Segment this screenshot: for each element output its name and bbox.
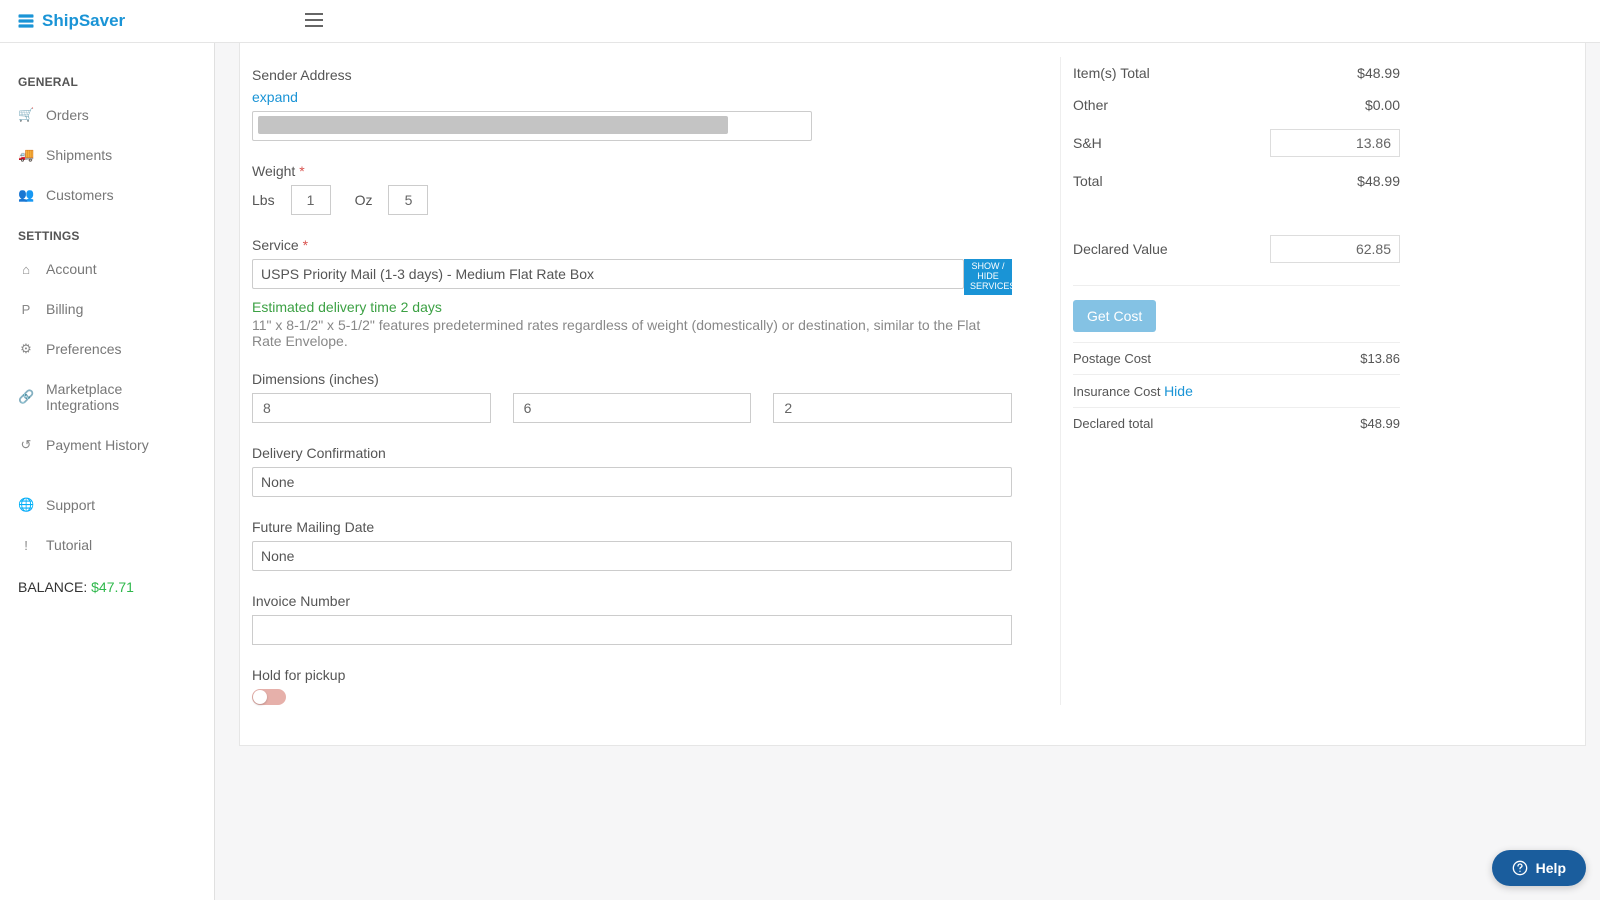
declared-total-value: $48.99 bbox=[1360, 416, 1400, 431]
sliders-icon: ⚙ bbox=[18, 341, 34, 357]
service-select[interactable]: USPS Priority Mail (1-3 days) - Medium F… bbox=[252, 259, 964, 289]
future-mailing-select[interactable]: None bbox=[252, 541, 1012, 571]
paypal-icon: P bbox=[18, 302, 34, 317]
sidebar-item-label: Shipments bbox=[46, 147, 112, 163]
summary-panel: Item(s) Total$48.99 Other$0.00 S&H $ Tot… bbox=[1060, 57, 1400, 705]
show-hide-services-button[interactable]: SHOW / HIDE SERVICES bbox=[964, 259, 1012, 295]
service-label: Service * bbox=[252, 237, 1012, 253]
help-button[interactable]: Help bbox=[1492, 850, 1586, 886]
logo-icon bbox=[16, 11, 36, 31]
help-icon bbox=[1512, 860, 1528, 876]
items-total-label: Item(s) Total bbox=[1073, 65, 1150, 81]
globe-icon: 🌐 bbox=[18, 497, 34, 513]
balance: BALANCE: $47.71 bbox=[0, 565, 214, 609]
sidebar-item-label: Marketplace Integrations bbox=[46, 381, 196, 413]
total-value: $48.99 bbox=[1357, 173, 1400, 189]
toggle-knob bbox=[253, 690, 267, 704]
sidebar-item-preferences[interactable]: ⚙ Preferences bbox=[0, 329, 214, 369]
topbar: ShipSaver bbox=[0, 0, 1600, 43]
sidebar-section-general: GENERAL bbox=[0, 69, 214, 95]
insurance-cost-label: Insurance Cost Hide bbox=[1073, 383, 1193, 399]
expand-link[interactable]: expand bbox=[252, 89, 298, 105]
sidebar-item-label: Customers bbox=[46, 187, 114, 203]
users-icon: 👥 bbox=[18, 187, 34, 203]
sidebar-item-tutorial[interactable]: ! Tutorial bbox=[0, 525, 214, 565]
exclaim-icon: ! bbox=[18, 538, 34, 553]
delivery-confirmation-label: Delivery Confirmation bbox=[252, 445, 1012, 461]
weight-label: Weight * bbox=[252, 163, 1012, 179]
main: Sender Address expand Weight * Lbs Oz bbox=[215, 43, 1600, 900]
insurance-hide-link[interactable]: Hide bbox=[1164, 383, 1193, 399]
sidebar: GENERAL 🛒 Orders 🚚 Shipments 👥 Customers SE… bbox=[0, 43, 215, 900]
sidebar-item-label: Tutorial bbox=[46, 537, 92, 553]
sender-address-label: Sender Address bbox=[252, 67, 1012, 83]
dim-height-input[interactable] bbox=[773, 393, 1012, 423]
declared-value-label: Declared Value bbox=[1073, 241, 1168, 257]
declared-total-label: Declared total bbox=[1073, 416, 1153, 431]
service-description: 11" x 8-1/2" x 5-1/2" features predeterm… bbox=[252, 317, 1012, 349]
sidebar-item-shipments[interactable]: 🚚 Shipments bbox=[0, 135, 214, 175]
postage-cost-value: $13.86 bbox=[1360, 351, 1400, 366]
declared-value-input[interactable] bbox=[1270, 235, 1400, 263]
lbs-input[interactable] bbox=[291, 185, 331, 215]
hamburger-icon[interactable] bbox=[305, 13, 323, 30]
oz-label: Oz bbox=[355, 192, 373, 208]
balance-amount: $47.71 bbox=[91, 579, 134, 595]
sh-input[interactable] bbox=[1270, 129, 1400, 157]
dim-length-input[interactable] bbox=[252, 393, 491, 423]
sidebar-item-label: Account bbox=[46, 261, 97, 277]
oz-input[interactable] bbox=[388, 185, 428, 215]
redacted-bar bbox=[258, 116, 728, 134]
sidebar-item-label: Support bbox=[46, 497, 95, 513]
cart-icon: 🛒 bbox=[18, 107, 34, 123]
hold-for-pickup-label: Hold for pickup bbox=[252, 667, 1012, 683]
invoice-number-input[interactable] bbox=[252, 615, 1012, 645]
sidebar-item-label: Preferences bbox=[46, 341, 121, 357]
delivery-confirmation-select[interactable]: None bbox=[252, 467, 1012, 497]
sidebar-item-label: Orders bbox=[46, 107, 89, 123]
other-label: Other bbox=[1073, 97, 1108, 113]
sidebar-item-payment-history[interactable]: ↺ Payment History bbox=[0, 425, 214, 465]
history-icon: ↺ bbox=[18, 437, 34, 453]
truck-icon: 🚚 bbox=[18, 147, 34, 163]
sidebar-item-label: Billing bbox=[46, 301, 83, 317]
link-icon: 🔗 bbox=[18, 389, 34, 405]
sidebar-item-account[interactable]: ⌂ Account bbox=[0, 249, 214, 289]
lbs-label: Lbs bbox=[252, 192, 275, 208]
sidebar-item-billing[interactable]: P Billing bbox=[0, 289, 214, 329]
delivery-estimate: Estimated delivery time 2 days bbox=[252, 299, 1012, 315]
dim-width-input[interactable] bbox=[513, 393, 752, 423]
logo[interactable]: ShipSaver bbox=[16, 11, 125, 31]
dimensions-label: Dimensions (inches) bbox=[252, 371, 1012, 387]
sender-address-select-wrap bbox=[252, 111, 812, 141]
help-label: Help bbox=[1536, 860, 1566, 876]
get-cost-button[interactable]: Get Cost bbox=[1073, 300, 1156, 332]
sidebar-item-orders[interactable]: 🛒 Orders bbox=[0, 95, 214, 135]
sidebar-item-customers[interactable]: 👥 Customers bbox=[0, 175, 214, 215]
invoice-number-label: Invoice Number bbox=[252, 593, 1012, 609]
other-value: $0.00 bbox=[1365, 97, 1400, 113]
balance-label: BALANCE: bbox=[18, 579, 87, 595]
future-mailing-label: Future Mailing Date bbox=[252, 519, 1012, 535]
items-total-value: $48.99 bbox=[1357, 65, 1400, 81]
sh-label: S&H bbox=[1073, 135, 1102, 151]
sidebar-item-label: Payment History bbox=[46, 437, 149, 453]
logo-text: ShipSaver bbox=[42, 11, 125, 31]
postage-cost-label: Postage Cost bbox=[1073, 351, 1151, 366]
total-label: Total bbox=[1073, 173, 1103, 189]
hold-for-pickup-toggle[interactable] bbox=[252, 689, 286, 705]
sidebar-item-integrations[interactable]: 🔗 Marketplace Integrations bbox=[0, 369, 214, 425]
sidebar-section-settings: SETTINGS bbox=[0, 223, 214, 249]
home-icon: ⌂ bbox=[18, 262, 34, 277]
sidebar-item-support[interactable]: 🌐 Support bbox=[0, 485, 214, 525]
